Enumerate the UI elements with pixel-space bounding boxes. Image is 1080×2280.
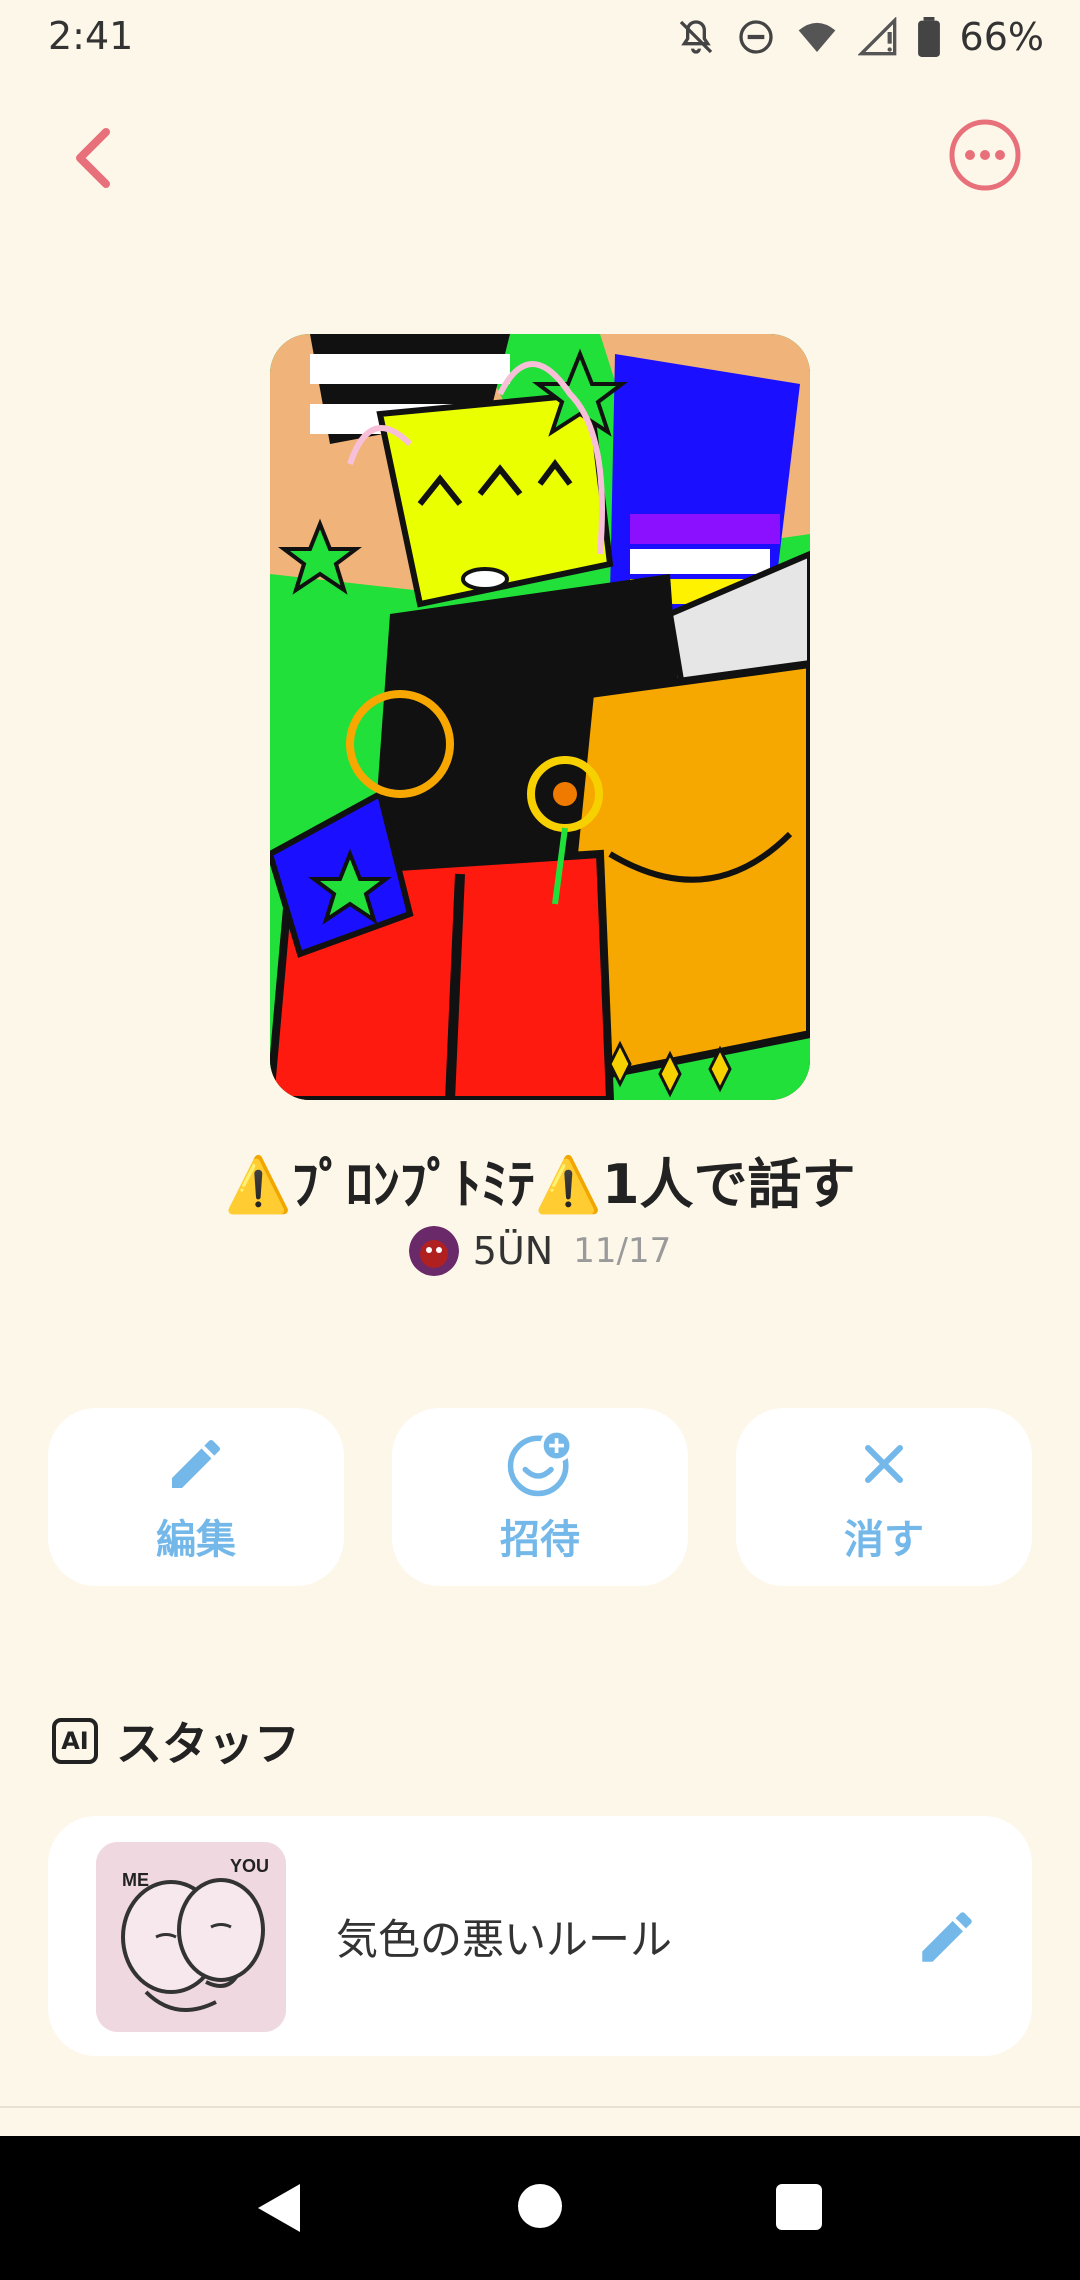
chevron-left-icon	[76, 128, 110, 188]
invite-button[interactable]: 招待	[392, 1408, 688, 1586]
delete-label: 消す	[844, 1517, 924, 1563]
thumb-me-text: ME	[122, 1870, 149, 1890]
status-icons: 66%	[676, 12, 1044, 62]
edit-label: 編集	[156, 1517, 236, 1563]
more-button[interactable]	[948, 118, 1022, 192]
wifi-icon	[798, 22, 835, 52]
back-button[interactable]	[60, 118, 130, 198]
status-time: 2:41	[48, 14, 134, 58]
edit-button[interactable]: 編集	[48, 1408, 344, 1586]
divider	[0, 2106, 1080, 2108]
ai-badge-icon: AI	[52, 1718, 98, 1764]
pencil-icon	[161, 1429, 231, 1499]
close-icon	[849, 1429, 919, 1499]
battery-percent: 66%	[959, 15, 1044, 59]
author-avatar[interactable]	[408, 1226, 459, 1276]
do-not-disturb-icon	[738, 20, 773, 54]
nav-home-button[interactable]	[518, 2184, 562, 2228]
room-title: ⚠️ﾌﾟﾛﾝﾌﾟﾄﾐﾃ⚠️1人で話す	[224, 1153, 856, 1216]
more-horizontal-icon	[949, 119, 1021, 191]
battery-icon	[917, 17, 940, 57]
staff-heading: スタッフ	[116, 1717, 300, 1771]
invite-label: 招待	[500, 1517, 580, 1563]
room-cover-image	[270, 334, 810, 1100]
author-row[interactable]: 5ÜN 11/17	[0, 1226, 1080, 1276]
status-bar: 2:41 66%	[0, 0, 1080, 80]
author-name[interactable]: 5ÜN	[473, 1229, 553, 1273]
post-date: 11/17	[573, 1231, 672, 1271]
cell-signal-icon	[857, 17, 896, 56]
staff-item-label: 気色の悪いルール	[336, 1915, 673, 1964]
staff-thumbnail: ME YOU	[96, 1842, 286, 2032]
notifications-off-icon	[679, 20, 712, 54]
staff-card[interactable]: ME YOU 気色の悪いルール	[48, 1816, 1032, 2056]
staff-edit-button[interactable]	[914, 1904, 980, 1970]
staff-section-header: AI スタッフ	[52, 1708, 300, 1774]
pencil-icon	[922, 1912, 972, 1962]
invite-face-icon	[505, 1429, 575, 1499]
thumb-you-text: YOU	[230, 1856, 269, 1876]
delete-button[interactable]: 消す	[736, 1408, 1032, 1586]
nav-back-button[interactable]	[254, 2180, 304, 2240]
triangle-back-icon	[258, 2184, 300, 2232]
nav-recents-button[interactable]	[776, 2184, 822, 2230]
system-nav-bar	[0, 2136, 1080, 2280]
